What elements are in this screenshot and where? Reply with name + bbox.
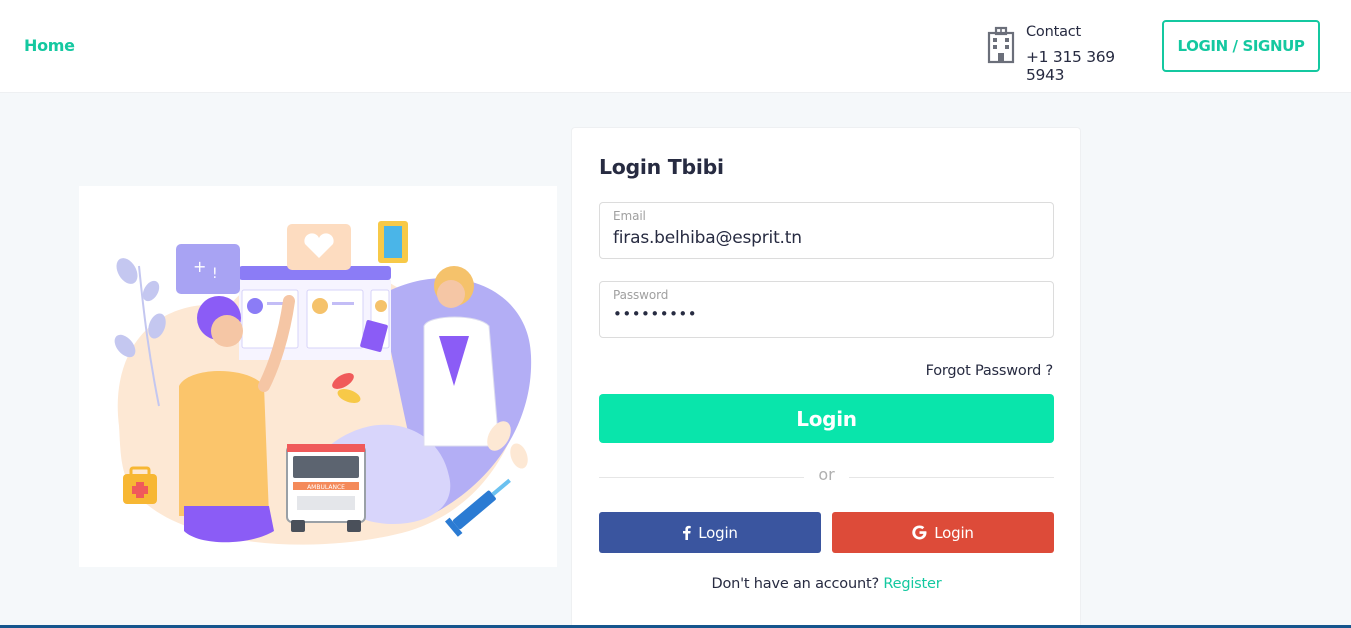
or-label: or bbox=[818, 465, 835, 484]
google-login-button[interactable]: Login bbox=[832, 512, 1054, 553]
svg-text:+: + bbox=[193, 257, 206, 276]
illustration-image: + ! AMBULANCE bbox=[114, 221, 532, 545]
home-link[interactable]: Home bbox=[24, 36, 75, 55]
google-icon bbox=[912, 525, 927, 540]
no-account-text: Don't have an account? bbox=[711, 576, 880, 592]
medical-illustration: + ! AMBULANCE bbox=[79, 186, 557, 567]
contact-label: Contact bbox=[1026, 24, 1082, 40]
contact-info: Contact +1 315 369 5943 bbox=[986, 24, 1151, 84]
login-title: Login Tbibi bbox=[599, 155, 724, 179]
forgot-password-link[interactable]: Forgot Password ? bbox=[926, 363, 1054, 379]
facebook-login-label: Login bbox=[698, 523, 738, 542]
password-label: Password bbox=[613, 288, 669, 302]
or-divider: or bbox=[599, 465, 1054, 487]
email-label: Email bbox=[613, 209, 646, 223]
facebook-icon bbox=[682, 525, 691, 540]
facebook-login-button[interactable]: Login bbox=[599, 512, 821, 553]
register-link[interactable]: Register bbox=[883, 576, 941, 592]
password-input[interactable]: ••••••••• bbox=[613, 305, 697, 323]
google-login-label: Login bbox=[934, 523, 974, 542]
top-header: Home Contact +1 315 369 5943 LOGIN / SIG… bbox=[0, 0, 1351, 93]
login-button[interactable]: Login bbox=[599, 394, 1054, 443]
svg-text:AMBULANCE: AMBULANCE bbox=[307, 484, 345, 491]
register-prompt: Don't have an account? Register bbox=[599, 576, 1054, 592]
login-card: Login Tbibi Email firas.belhiba@esprit.t… bbox=[571, 127, 1081, 628]
contact-phone: +1 315 369 5943 bbox=[1026, 48, 1115, 84]
email-input[interactable]: firas.belhiba@esprit.tn bbox=[613, 228, 802, 248]
svg-text:!: ! bbox=[212, 266, 218, 282]
password-field[interactable]: Password ••••••••• bbox=[599, 281, 1054, 338]
email-field[interactable]: Email firas.belhiba@esprit.tn bbox=[599, 202, 1054, 259]
login-signup-button[interactable]: LOGIN / SIGNUP bbox=[1162, 20, 1320, 72]
building-icon bbox=[987, 26, 1015, 64]
divider-line-right bbox=[849, 477, 1054, 478]
